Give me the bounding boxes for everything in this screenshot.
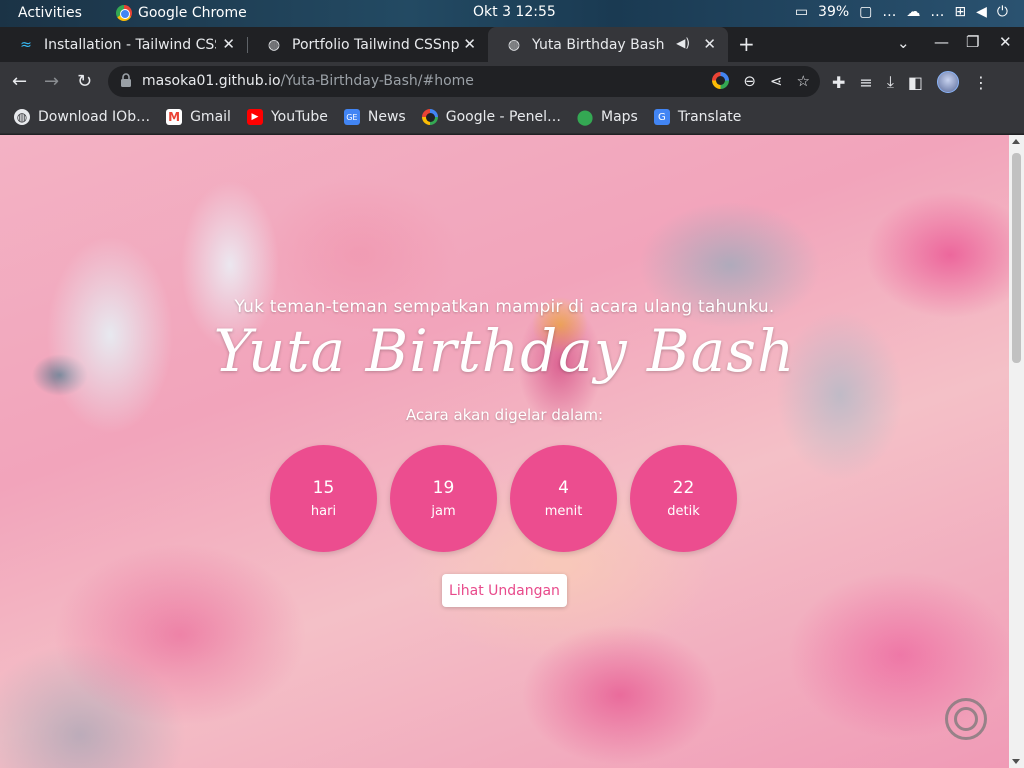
media-control-icon[interactable]: ≡ xyxy=(859,73,872,92)
bookmark-download[interactable]: ◍ Download IOb… xyxy=(14,109,150,125)
bookmark-label: Translate xyxy=(677,109,742,125)
close-icon[interactable]: ✕ xyxy=(222,35,235,53)
share-icon[interactable]: ⋖ xyxy=(770,72,783,90)
countdown-caption: Acara akan digelar dalam: xyxy=(405,406,604,424)
scrollbar-thumb[interactable] xyxy=(1012,153,1021,363)
tab-title: Yuta Birthday Bash xyxy=(532,36,665,53)
bookmark-google-penel[interactable]: Google - Penel… xyxy=(421,109,561,125)
gmail-icon: M xyxy=(166,109,183,125)
tab-strip: ≈ Installation - Tailwind CSS ✕ ◍ Portfo… xyxy=(0,27,1024,62)
clock[interactable]: Okt 3 12:55 xyxy=(473,4,556,20)
google-lens-icon[interactable] xyxy=(712,72,730,89)
display-icon: ▢ xyxy=(859,4,873,20)
tab-installation[interactable]: ≈ Installation - Tailwind CSS ✕ xyxy=(0,27,247,62)
app-name: Google Chrome xyxy=(138,5,247,21)
tray-more: … xyxy=(882,4,897,20)
view-invitation-button[interactable]: Lihat Undangan xyxy=(442,574,567,607)
reload-icon[interactable]: ↻ xyxy=(77,71,92,92)
bookmarks-bar: ◍ Download IOb… M Gmail ▶ YouTube GE New… xyxy=(0,101,1024,134)
countdown-value: 4 xyxy=(558,478,569,498)
bookmark-label: Download IOb… xyxy=(38,109,151,125)
globe-icon: ◍ xyxy=(14,109,30,125)
system-top-bar: Activities Google Chrome Okt 3 12:55 ▭ 3… xyxy=(0,0,1024,27)
maps-icon: ⬤ xyxy=(576,108,594,126)
address-bar[interactable]: masoka01.github.io/Yuta-Birthday-Bash/#h… xyxy=(108,66,820,97)
bookmark-translate[interactable]: G Translate xyxy=(653,109,742,125)
countdown-value: 19 xyxy=(432,478,455,498)
countdown-unit: jam xyxy=(431,504,456,519)
side-panel-icon[interactable]: ◧ xyxy=(908,73,923,92)
back-icon[interactable]: ← xyxy=(12,71,27,92)
bookmark-youtube[interactable]: ▶ YouTube xyxy=(246,109,328,125)
lock-icon xyxy=(121,73,131,87)
countdown-seconds: 22 detik xyxy=(630,445,737,552)
bookmark-label: Maps xyxy=(600,109,638,125)
page-title: Yuta Birthday Bash xyxy=(213,317,796,385)
power-icon: ⏻ xyxy=(996,4,1008,20)
hero-section: Yuk teman-teman sempatkan mampir di acar… xyxy=(0,135,1009,768)
activities-button[interactable]: Activities xyxy=(18,5,82,21)
globe-icon: ◍ xyxy=(267,36,281,53)
tab-title: Portfolio Tailwind CSSnpm xyxy=(292,36,460,53)
browser-toolbar: ← → ↻ masoka01.github.io/Yuta-Birthday-B… xyxy=(0,62,1024,101)
tailwind-icon: ≈ xyxy=(20,36,32,53)
bookmark-label: Gmail xyxy=(190,109,231,125)
battery-percent: 39% xyxy=(818,4,850,20)
battery-icon: ▭ xyxy=(794,4,809,20)
tab-title: Installation - Tailwind CSS xyxy=(44,36,216,53)
restore-icon[interactable]: ❐ xyxy=(966,33,979,51)
tab-search-icon[interactable]: ⌄ xyxy=(897,34,910,52)
hero-subtitle: Yuk teman-teman sempatkan mampir di acar… xyxy=(234,297,775,317)
translate-icon: G xyxy=(653,109,670,125)
bookmark-gmail[interactable]: M Gmail xyxy=(166,109,231,125)
close-icon[interactable]: ✕ xyxy=(463,35,476,53)
bookmark-news[interactable]: GE News xyxy=(343,109,406,125)
zoom-icon[interactable]: ⊖ xyxy=(743,72,756,90)
close-window-icon[interactable]: ✕ xyxy=(999,33,1012,51)
countdown-unit: detik xyxy=(667,504,700,519)
new-tab-button[interactable]: + xyxy=(738,32,755,56)
bookmark-star-icon[interactable]: ☆ xyxy=(797,72,810,90)
tray-more: … xyxy=(930,4,945,20)
download-icon[interactable]: ⤓ xyxy=(887,72,894,92)
countdown-unit: hari xyxy=(310,504,337,519)
profile-avatar[interactable] xyxy=(937,71,960,93)
url-text: masoka01.github.io/Yuta-Birthday-Bash/#h… xyxy=(142,73,474,89)
minimize-icon[interactable]: — xyxy=(934,33,949,51)
speaker-icon[interactable]: ◀) xyxy=(676,36,690,50)
page-viewport: Yuk teman-teman sempatkan mampir di acar… xyxy=(0,135,1024,768)
music-disc-icon[interactable] xyxy=(945,698,987,740)
tab-yuta-birthday[interactable]: ◍ Yuta Birthday Bash ◀) ✕ xyxy=(488,27,728,62)
close-icon[interactable]: ✕ xyxy=(703,35,716,53)
news-icon: GE xyxy=(343,109,360,125)
countdown-days: 15 hari xyxy=(270,445,377,552)
countdown-hours: 19 jam xyxy=(390,445,497,552)
bookmark-maps[interactable]: ⬤ Maps xyxy=(576,108,638,126)
app-menu[interactable]: Google Chrome xyxy=(116,5,247,21)
tab-portfolio[interactable]: ◍ Portfolio Tailwind CSSnpm ✕ xyxy=(248,27,488,62)
bookmark-label: Google - Penel… xyxy=(445,109,561,125)
google-icon xyxy=(421,109,438,125)
forward-icon[interactable]: → xyxy=(44,71,59,92)
countdown-minutes: 4 menit xyxy=(510,445,617,552)
countdown-value: 22 xyxy=(672,478,695,498)
cloud-download-icon: ☁ xyxy=(906,4,921,20)
countdown: 15 hari 19 jam 4 menit 22 detik xyxy=(270,445,737,552)
scroll-up-icon[interactable] xyxy=(1012,139,1020,144)
page-scrollbar[interactable] xyxy=(1009,135,1024,768)
countdown-value: 15 xyxy=(312,478,335,498)
scroll-down-icon[interactable] xyxy=(1012,759,1020,764)
chrome-icon xyxy=(116,5,132,21)
bookmark-label: News xyxy=(367,109,406,125)
system-tray[interactable]: ▭ 39% ▢ … ☁ … ⊞ ◀ ⏻ xyxy=(795,4,1008,20)
countdown-unit: menit xyxy=(544,504,583,519)
bookmark-label: YouTube xyxy=(270,109,328,125)
menu-kebab-icon[interactable]: ⋮ xyxy=(973,73,989,92)
globe-icon: ◍ xyxy=(507,36,521,53)
extensions-icon[interactable]: ✚ xyxy=(832,73,845,92)
youtube-icon: ▶ xyxy=(246,109,263,125)
volume-icon: ◀ xyxy=(976,4,987,20)
network-icon: ⊞ xyxy=(954,4,967,20)
